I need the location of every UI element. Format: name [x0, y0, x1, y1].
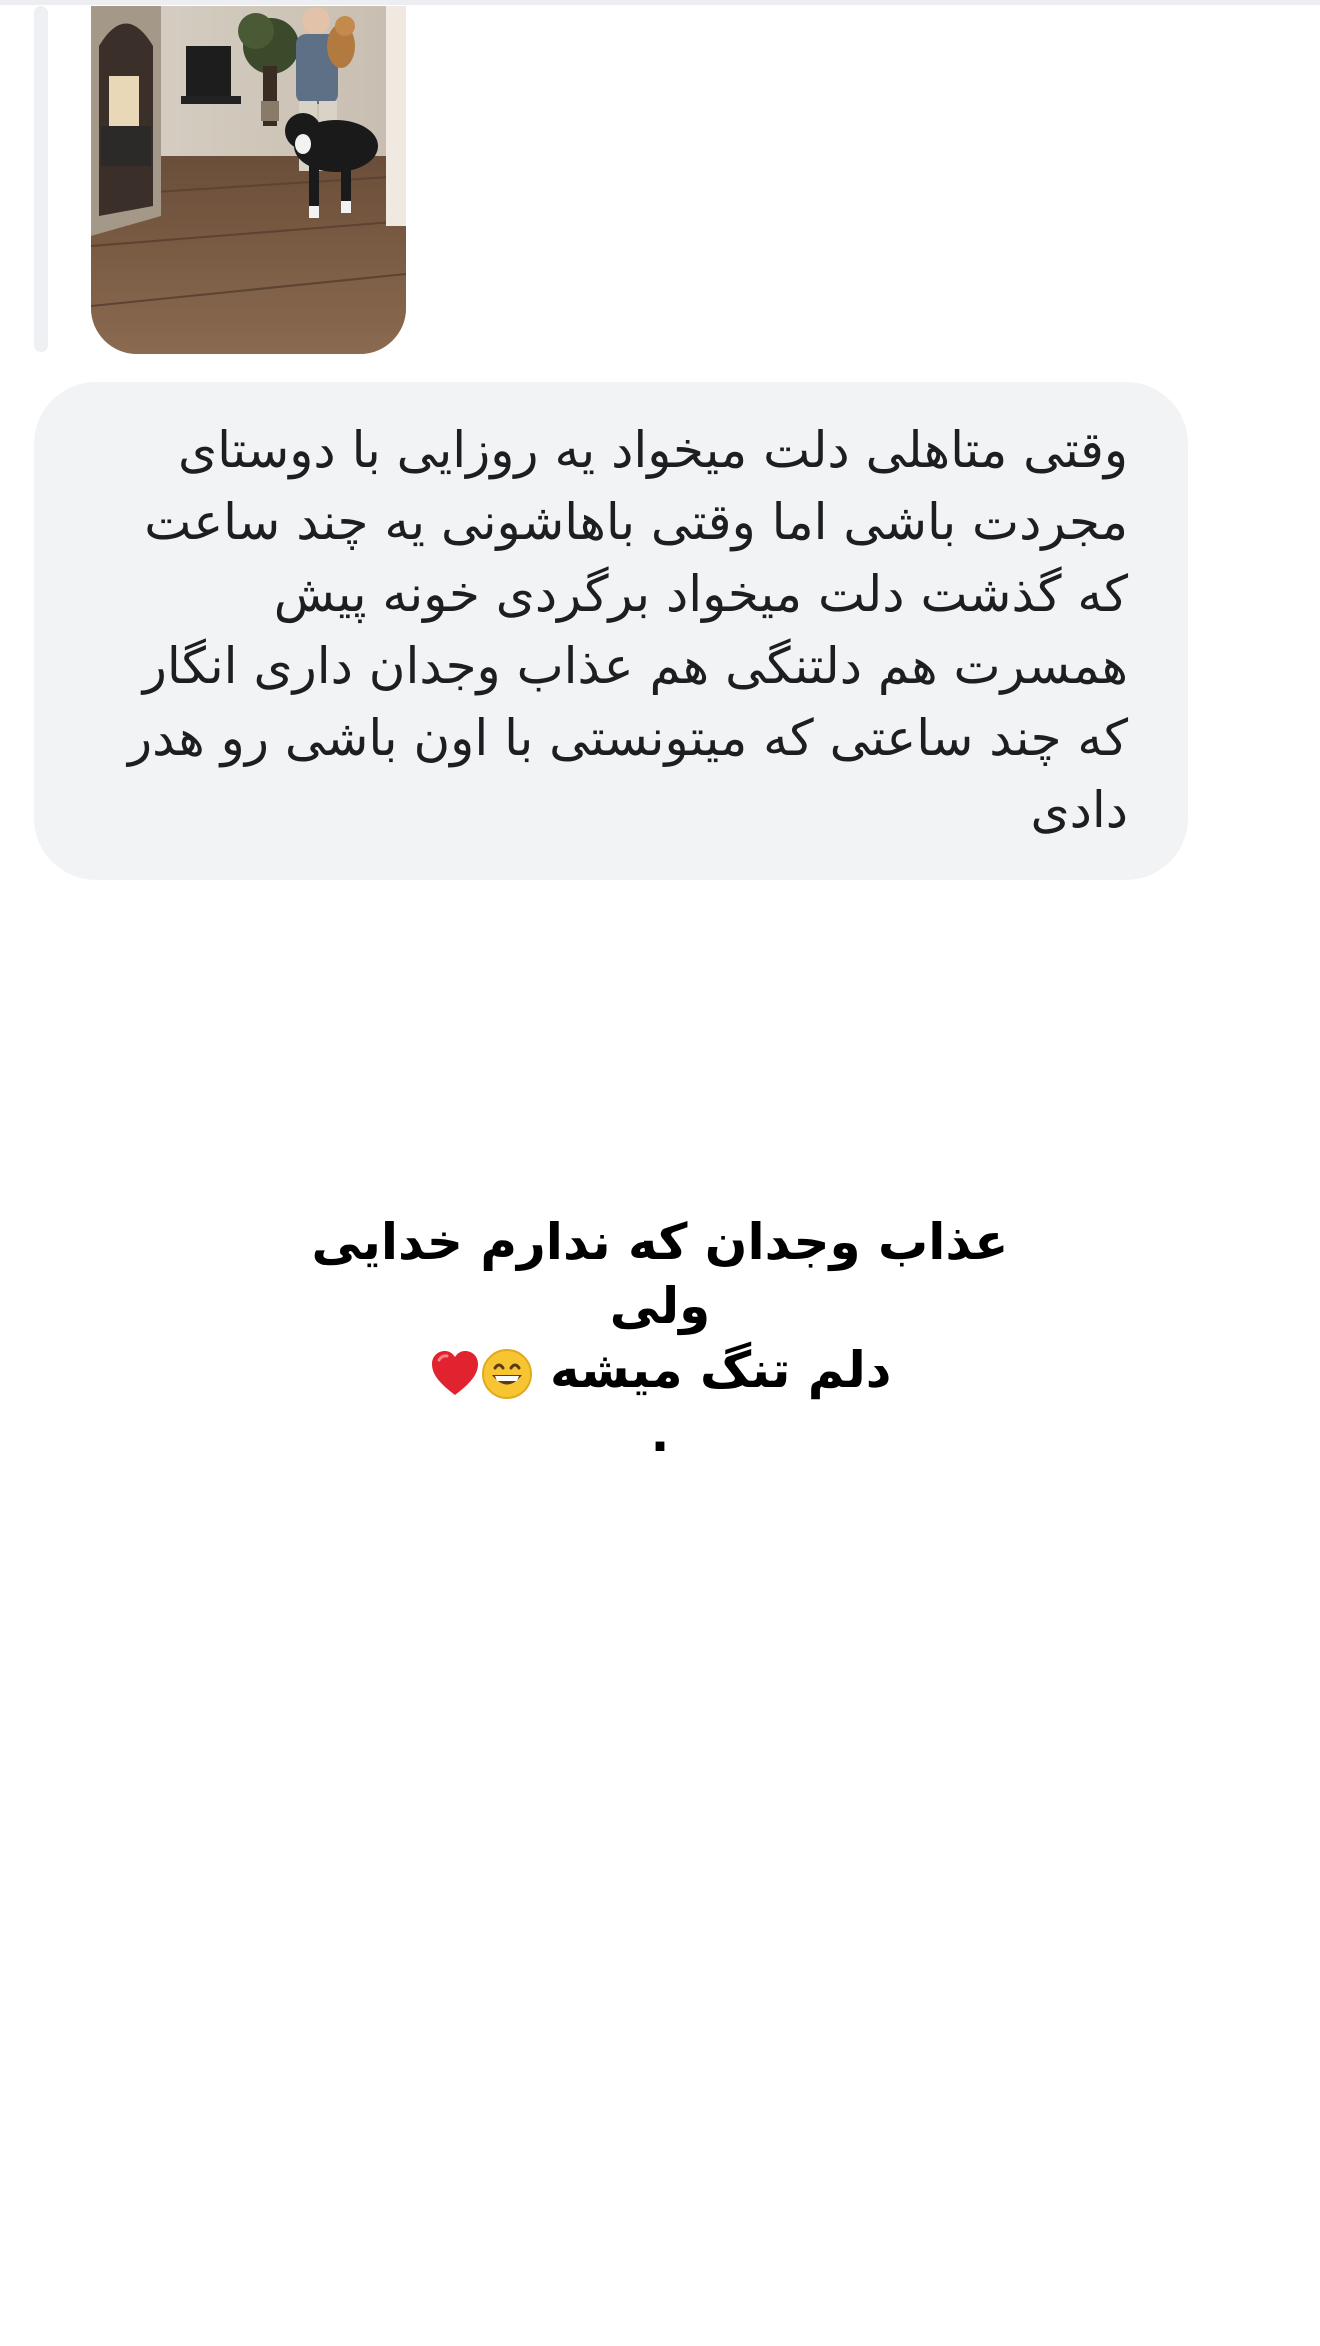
top-divider — [0, 0, 1320, 5]
caption-period: . — [650, 1405, 670, 1463]
message-line: وقتی متاهلی دلت میخواد یه روزایی با دوست… — [177, 421, 1128, 479]
grinning-face-icon — [481, 1348, 532, 1399]
message-line: مجردت باشی اما وقتی باهاشونی یه چند ساعت — [144, 493, 1128, 551]
shared-photo[interactable] — [91, 6, 406, 354]
caption-line-2-wrap: دلم تنگ میشه . — [260, 1338, 1060, 1466]
message-line: همسرت هم دلتنگی هم عذاب وجدان داری انگار — [142, 637, 1128, 695]
reply-quote-bar — [34, 6, 48, 352]
caption-text: عذاب وجدان که ندارم خدایی ولی دلم تنگ می… — [260, 1210, 1060, 1466]
caption-line-1: عذاب وجدان که ندارم خدایی ولی — [311, 1213, 1009, 1335]
message-line: دادی — [1030, 781, 1128, 839]
message-text: وقتی متاهلی دلت میخواد یه روزایی با دوست… — [78, 414, 1128, 846]
message-line: که گذشت دلت میخواد برگردی خونه پیش — [273, 565, 1128, 623]
caption-line-2: دلم تنگ میشه — [550, 1341, 892, 1399]
red-heart-icon — [431, 1350, 478, 1395]
message-line: که چند ساعتی که میتونستی با اون باشی رو … — [128, 709, 1128, 767]
photo-illustration — [91, 6, 406, 354]
message-bubble[interactable]: وقتی متاهلی دلت میخواد یه روزایی با دوست… — [34, 382, 1188, 880]
